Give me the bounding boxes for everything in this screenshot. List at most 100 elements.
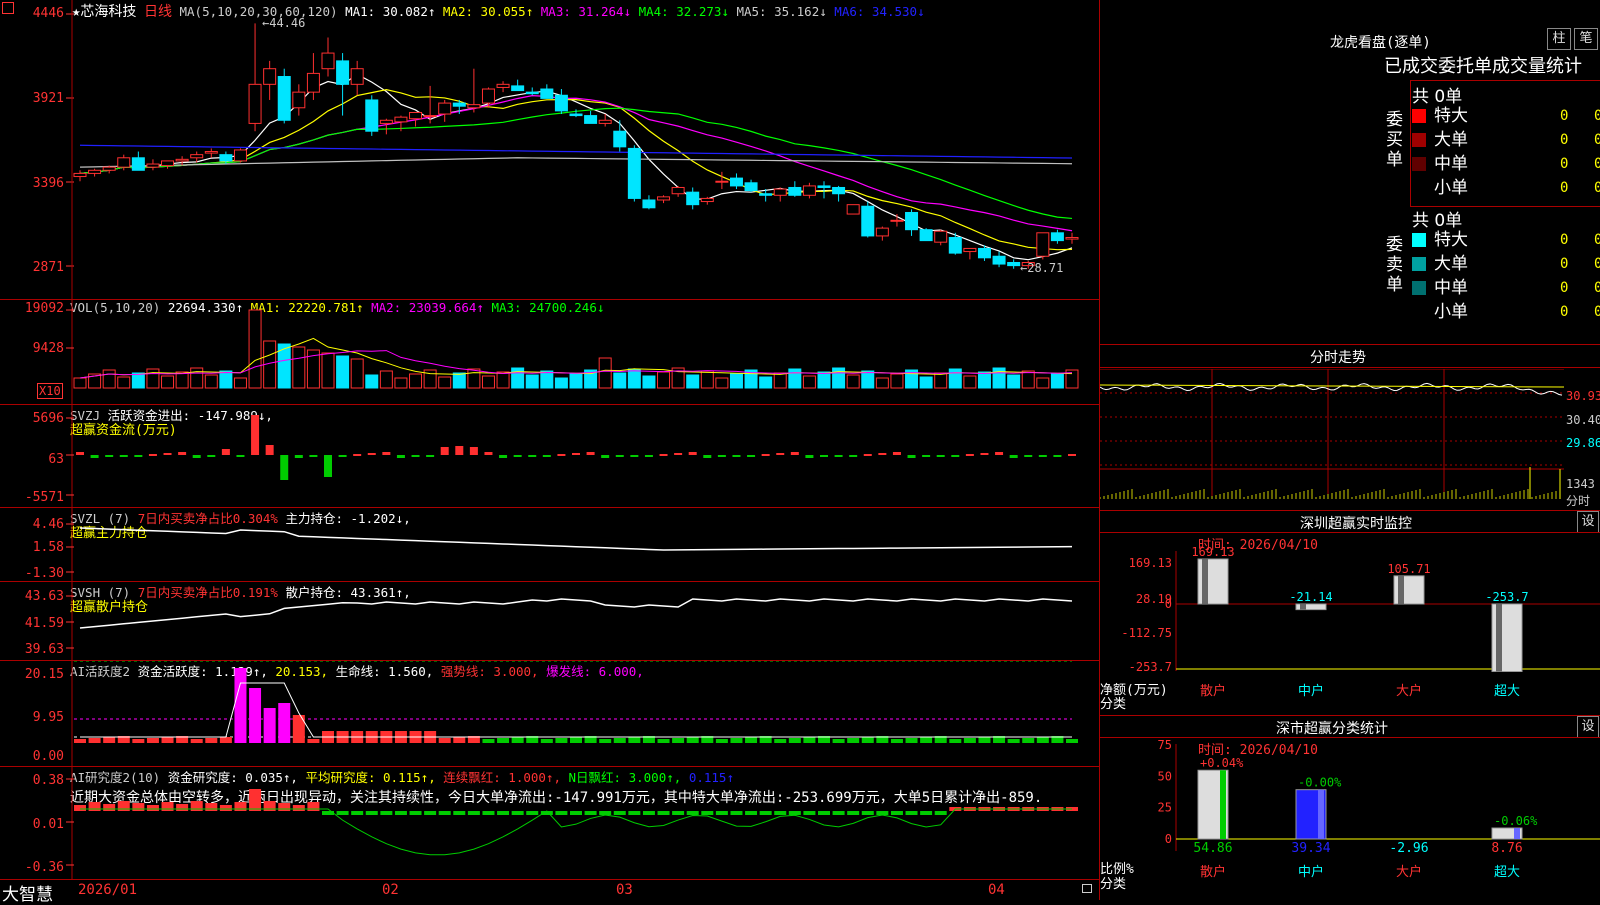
candle-down	[817, 185, 831, 188]
candle-up	[146, 163, 160, 168]
flow-bar-in	[469, 447, 478, 455]
svzj-chart[interactable]	[0, 405, 1100, 507]
research-bar	[803, 811, 816, 815]
date-label: 02	[382, 882, 399, 898]
svzl-chart[interactable]	[0, 508, 1100, 581]
stats-change-label: +0.04%	[1200, 756, 1244, 770]
candle-up	[190, 154, 204, 159]
activity-bar	[1007, 739, 1020, 743]
bar-view-button[interactable]: 柱	[1547, 28, 1571, 50]
order-count: 0	[1560, 156, 1569, 172]
research-bar	[745, 811, 758, 815]
order-type-label: 中单	[1434, 154, 1468, 174]
candle-down	[832, 186, 846, 195]
research-bar	[249, 789, 262, 811]
monitor-chart[interactable]: 169.1328.190-112.75-253.7169.13散户-21.14中…	[1100, 511, 1600, 715]
research-bar	[818, 811, 830, 815]
candle-up	[161, 160, 175, 167]
monitor-category-label: 超大	[1494, 684, 1520, 699]
candle-down	[525, 91, 539, 95]
volume-panel[interactable]: 19092 9428 X10 VOL(5,10,20) 22694.330↑ M…	[0, 300, 1100, 405]
ai-activity-panel[interactable]: 20.15 9.95 0.00 AI活跃度2 资金活跃度: 1.129↑, 20…	[0, 661, 1100, 767]
retail-position-line	[79, 598, 1073, 629]
flow-bar-out	[294, 455, 303, 458]
candle-down	[452, 102, 466, 107]
candle-down	[861, 205, 875, 237]
activity-bar	[278, 703, 291, 743]
vol-bar-up	[248, 309, 262, 389]
flow-bar-out	[601, 455, 610, 458]
main-position-line	[79, 527, 1073, 551]
flow-bar-out	[542, 455, 551, 457]
research-bar	[307, 802, 320, 811]
candle-down	[759, 193, 773, 196]
research-bar	[715, 811, 728, 815]
svsh-chart[interactable]	[0, 582, 1100, 660]
vol-bar-down	[977, 371, 991, 389]
flow-bar-out	[499, 455, 508, 458]
lock-icon[interactable]	[1082, 884, 1092, 893]
order-swatch	[1412, 181, 1426, 195]
ai-research-panel[interactable]: 0.38 0.01 -0.36 AI研究度2(10) 资金研究度: 0.035↑…	[0, 767, 1100, 880]
stats-panel[interactable]: 深市超赢分类统计 设 时间: 2026/04/10 75 50 25 0 +0.04% 5…	[1100, 716, 1600, 900]
vol-bar-up	[175, 371, 189, 389]
order-row: 小单 0 0%	[1410, 300, 1600, 324]
ai-activity-chart[interactable]	[0, 661, 1100, 766]
activity-bar	[803, 737, 816, 743]
ai-research-chart[interactable]	[0, 767, 1100, 879]
research-bar	[613, 811, 626, 815]
flow-bar-out	[1053, 455, 1062, 457]
stats-chart[interactable]: 75 50 25 0 +0.04% 54.86 散户 -0.00% 39.34 中户 -2.96 大户…	[1100, 716, 1600, 900]
activity-bar	[570, 737, 582, 743]
vol-bar-up	[73, 377, 87, 389]
order-swatch	[1412, 157, 1426, 171]
volume-chart[interactable]	[0, 300, 1100, 404]
candle-down	[642, 199, 656, 209]
svzj-panel[interactable]: 5696 63 -5571 SVZJ 活跃资金进出: -147.989↓, 超赢…	[0, 405, 1100, 508]
monitor-panel[interactable]: 深圳超赢实时监控 设 时间: 2026/04/10 169.13 28.19 0 -1…	[1100, 511, 1600, 716]
trade-view-button[interactable]: 笔	[1574, 28, 1598, 50]
candle-down	[569, 113, 583, 117]
flow-bar-out	[528, 455, 537, 457]
activity-bar	[613, 738, 626, 743]
order-count: 0	[1560, 132, 1569, 148]
flow-bar-in	[878, 453, 887, 455]
research-bar	[336, 811, 349, 815]
intraday-chart[interactable]	[1100, 369, 1564, 509]
flow-bar-out	[907, 455, 916, 458]
candle-up	[875, 227, 889, 237]
activity-bar	[745, 737, 758, 743]
research-bar	[847, 811, 860, 815]
monitor-category-label: 中户	[1298, 683, 1324, 699]
vol-bar-up	[890, 373, 904, 389]
intraday-panel[interactable]: 分时走势 30.93 30.40 29.86 1343 分时	[1100, 345, 1600, 511]
activity-bar	[686, 737, 699, 743]
research-bar	[146, 805, 159, 811]
vol-bar-down	[365, 374, 379, 389]
flow-bar-out	[513, 455, 522, 457]
research-bar	[526, 811, 539, 815]
activity-bar	[438, 738, 451, 743]
order-swatch	[1412, 109, 1426, 123]
order-count: 0	[1560, 232, 1569, 248]
vol-ma-line	[79, 337, 1073, 379]
vol-bar-down	[627, 368, 641, 389]
flow-bar-in	[892, 452, 901, 455]
svzl-panel[interactable]: 4.46 1.58 -1.30 SVZL (7) 7日内买卖净占比0.304% …	[0, 508, 1100, 582]
candle-up	[934, 230, 948, 243]
order-type-label: 小单	[1434, 178, 1468, 198]
price-panel[interactable]: 4446 3921 3396 2871 ★芯海科技 日线 MA(5,10,20,…	[0, 0, 1100, 300]
svsh-panel[interactable]: 43.63 41.59 39.63 SVSH (7) 7日内买卖净占比0.191…	[0, 582, 1100, 661]
flow-bar-in	[76, 452, 84, 455]
flow-bar-out	[324, 455, 332, 477]
candle-up	[1036, 232, 1050, 257]
flow-bar-out	[411, 455, 420, 457]
stats-axis-label: 0	[1165, 832, 1172, 846]
order-type-label: 特大	[1434, 106, 1468, 126]
candlestick-chart[interactable]	[0, 0, 1100, 299]
candle-up	[438, 102, 452, 115]
stats-value-label: 39.34	[1291, 841, 1330, 856]
activity-bar	[963, 738, 976, 743]
candle-up	[248, 83, 262, 124]
flow-bar-in	[353, 454, 362, 456]
